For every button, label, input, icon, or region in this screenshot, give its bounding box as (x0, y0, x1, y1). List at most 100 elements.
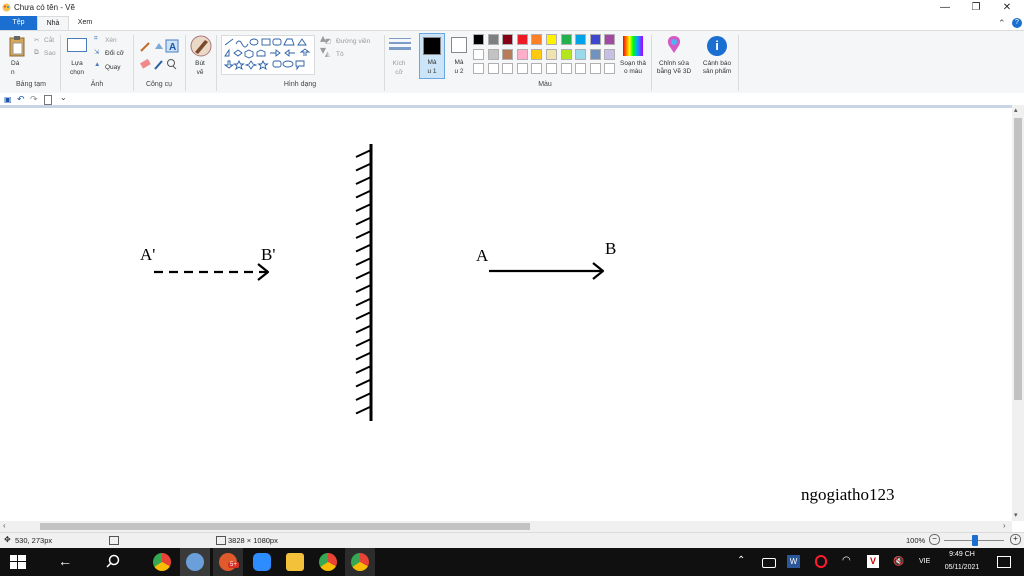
paste-icon[interactable] (8, 35, 26, 57)
minimize-button[interactable]: — (930, 0, 960, 16)
product-alert-button[interactable]: Cảnh báo sản phẩm (697, 60, 737, 76)
resize-button[interactable]: Đổi cỡ (105, 50, 124, 57)
vertical-scroll-thumb[interactable] (1014, 118, 1022, 400)
palette-swatch[interactable] (473, 63, 484, 74)
cut-button[interactable]: Cắt (44, 37, 54, 44)
edit-colors-button[interactable]: Soạn thả o màu (617, 60, 649, 76)
color2-label: Mà u 2 (454, 59, 464, 75)
palette-swatch[interactable] (589, 34, 601, 45)
palette-swatch[interactable] (546, 34, 557, 45)
volume-muted-icon[interactable]: 🔇 (893, 556, 904, 567)
copy-button[interactable]: Sao (44, 50, 56, 57)
ribbon: Dá n ✂ Cắt ⧉ Sao Bảng tạm Lựa chọn ⌗ Xén… (0, 30, 1024, 94)
wifi-icon[interactable]: ◠ (842, 555, 851, 566)
palette-swatch[interactable] (560, 34, 572, 45)
paste-button[interactable]: Dá n (11, 59, 23, 77)
zoom-out-icon[interactable]: − (929, 534, 940, 545)
palette-swatch[interactable] (575, 63, 587, 74)
help-icon[interactable]: ? (1012, 18, 1022, 28)
shapes-gallery[interactable] (221, 35, 315, 75)
crop-button[interactable]: Xén (105, 37, 117, 44)
palette-swatch[interactable] (473, 48, 484, 60)
paint3d-icon[interactable] (665, 35, 683, 55)
mirror-hatch (355, 270, 372, 280)
palette-swatch[interactable] (502, 63, 514, 74)
scroll-right-arrow-icon[interactable]: › (1003, 521, 1006, 530)
palette-swatch[interactable] (546, 63, 557, 74)
opera-icon[interactable] (815, 555, 827, 568)
canvas[interactable]: A B A' B' ngogiatho123 (0, 105, 1012, 521)
tab-view[interactable]: Xem (70, 16, 100, 30)
clock-date[interactable]: 05/11/2021 (938, 564, 986, 571)
outline-button[interactable]: Đường viền (336, 38, 370, 45)
info-icon[interactable]: i (707, 36, 727, 56)
back-arrow-icon[interactable]: ← (58, 553, 72, 569)
chrome-profile-icon[interactable] (319, 553, 337, 571)
rotate-button[interactable]: Quay (105, 64, 121, 71)
palette-swatch[interactable] (575, 34, 587, 45)
palette-swatch[interactable] (560, 63, 572, 74)
customize-toolbar-icon[interactable]: ⌄ (60, 93, 67, 102)
palette-swatch[interactable] (487, 63, 499, 74)
palette-swatch[interactable] (487, 48, 499, 60)
new-document-icon[interactable] (44, 95, 52, 105)
palette-swatch[interactable] (589, 63, 601, 74)
search-icon[interactable] (106, 554, 120, 568)
color2-swatch[interactable] (451, 37, 467, 53)
select-icon[interactable] (67, 38, 87, 52)
redo-icon[interactable]: ↷ (30, 94, 38, 105)
image-size: 3828 × 1080px (228, 536, 278, 545)
maximize-button[interactable]: ❐ (961, 0, 991, 16)
select-button[interactable]: Lựa chọn (67, 59, 87, 77)
scroll-down-arrow-icon[interactable]: ▾ (1014, 511, 1018, 519)
scroll-up-arrow-icon[interactable]: ▴ (1014, 106, 1018, 114)
size-icon[interactable] (389, 37, 411, 53)
palette-swatch[interactable] (516, 63, 528, 74)
fill-shape-button[interactable]: Tô (336, 51, 344, 58)
input-language[interactable]: VIE (919, 558, 930, 565)
windows-start-icon[interactable] (10, 555, 26, 569)
zoom-slider-thumb[interactable] (972, 535, 978, 546)
brush-icon[interactable] (190, 35, 212, 57)
vietkey-icon[interactable]: V (867, 555, 879, 568)
zoom-app-icon[interactable] (253, 553, 271, 571)
zoom-in-icon[interactable]: + (1010, 534, 1021, 545)
palette-swatch[interactable] (531, 63, 543, 74)
chrome-icon[interactable] (153, 553, 171, 571)
palette-swatch[interactable] (604, 63, 616, 74)
undo-icon[interactable]: ↶ (17, 94, 25, 105)
save-icon[interactable]: ▣ (4, 95, 12, 104)
palette-swatch[interactable] (516, 48, 528, 60)
tab-file[interactable]: Tệp (0, 16, 37, 30)
collapse-ribbon-icon[interactable]: ⌃ (998, 18, 1006, 29)
palette-swatch[interactable] (560, 48, 572, 60)
tab-home[interactable]: Nhà (37, 16, 69, 30)
tray-overflow-icon[interactable]: ⌃ (737, 555, 745, 566)
paint3d-button[interactable]: Chỉnh sửa bằng Vẽ 3D (653, 60, 695, 76)
palette-swatch[interactable] (546, 48, 557, 60)
paint-taskbar-icon[interactable] (186, 553, 204, 571)
size-button[interactable]: Kích cỡ (392, 59, 406, 77)
notification-icon[interactable] (997, 556, 1011, 568)
palette-swatch[interactable] (575, 48, 587, 60)
palette-swatch[interactable] (516, 34, 528, 45)
palette-swatch[interactable] (487, 34, 499, 45)
file-explorer-icon[interactable] (286, 553, 304, 571)
scroll-left-arrow-icon[interactable]: ‹ (3, 521, 6, 530)
word-icon[interactable]: W (787, 555, 800, 568)
palette-swatch[interactable] (531, 48, 543, 60)
chrome-window-icon[interactable] (351, 553, 369, 571)
palette-swatch[interactable] (604, 34, 616, 45)
battery-icon[interactable] (762, 558, 776, 568)
close-button[interactable]: ✕ (992, 0, 1022, 16)
palette-swatch[interactable] (502, 34, 514, 45)
palette-swatch[interactable] (502, 48, 514, 60)
palette-swatch[interactable] (604, 48, 616, 60)
palette-swatch[interactable] (473, 34, 484, 45)
clock-time[interactable]: 9:49 CH (944, 551, 980, 558)
palette-swatch[interactable] (589, 48, 601, 60)
brushes-button[interactable]: Bút vẽ (193, 59, 207, 77)
horizontal-scroll-thumb[interactable] (40, 523, 530, 530)
edit-colors-icon[interactable] (623, 36, 643, 56)
palette-swatch[interactable] (531, 34, 543, 45)
